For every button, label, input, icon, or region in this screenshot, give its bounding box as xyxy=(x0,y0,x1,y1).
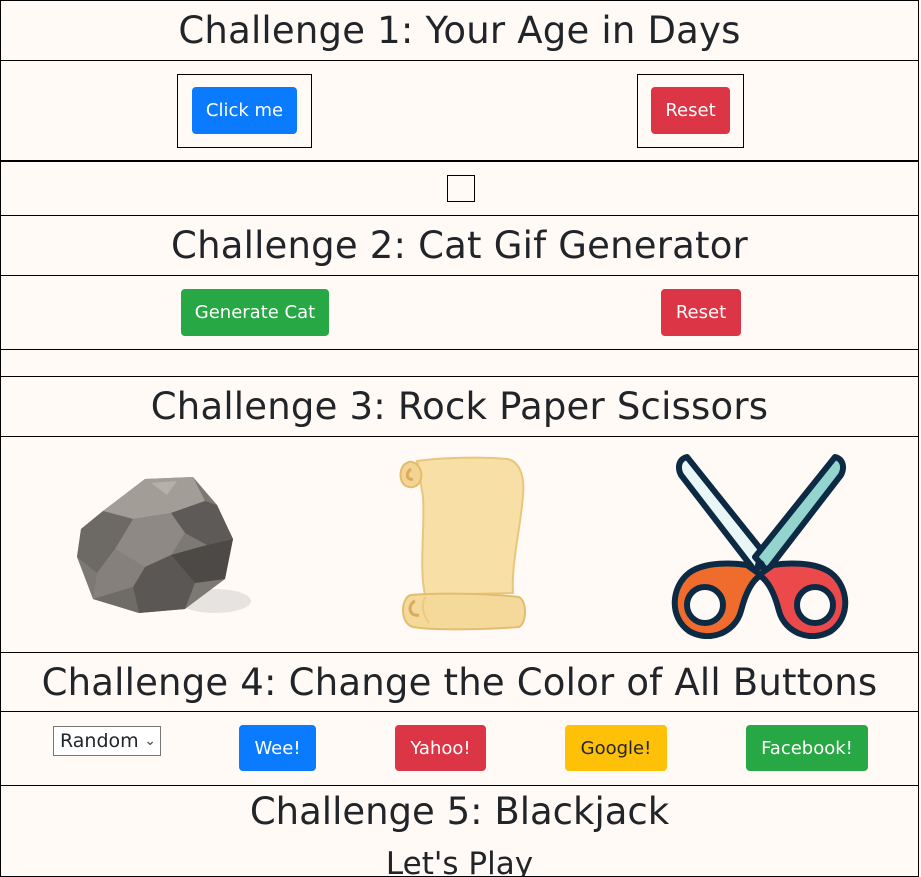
click-button-frame: Click me xyxy=(177,74,312,148)
challenge3-header: Challenge 3: Rock Paper Scissors xyxy=(0,376,919,437)
challenge1-result xyxy=(0,161,919,216)
rock-icon[interactable] xyxy=(75,471,253,617)
blackjack-subtitle: Let's Play xyxy=(385,846,534,877)
scissors-icon[interactable] xyxy=(665,449,855,639)
cat-gif-container xyxy=(0,349,919,377)
wee-button[interactable]: Wee! xyxy=(239,725,316,771)
color-select[interactable]: Random ⌄ xyxy=(53,726,161,756)
challenge2-controls: Generate Cat Reset xyxy=(0,275,919,350)
challenge2-header: Challenge 2: Cat Gif Generator xyxy=(0,215,919,276)
challenge2-title: Challenge 2: Cat Gif Generator xyxy=(171,224,748,267)
facebook-button[interactable]: Facebook! xyxy=(746,725,868,771)
challenge1-controls: Click me Reset xyxy=(0,60,919,161)
paper-icon[interactable] xyxy=(395,455,529,631)
color-select-value: Random xyxy=(60,730,139,752)
google-button[interactable]: Google! xyxy=(565,725,667,771)
challenge5-section: Challenge 5: Blackjack Let's Play xyxy=(0,785,919,877)
click-me-button[interactable]: Click me xyxy=(192,87,297,134)
chevron-down-icon: ⌄ xyxy=(144,733,156,749)
challenge3-title: Challenge 3: Rock Paper Scissors xyxy=(150,385,769,428)
challenge1-title: Challenge 1: Your Age in Days xyxy=(178,9,741,52)
page: Challenge 1: Your Age in Days Click me R… xyxy=(0,0,921,877)
challenge5-title: Challenge 5: Blackjack xyxy=(249,790,670,833)
challenge1-header: Challenge 1: Your Age in Days xyxy=(0,0,919,61)
challenge4-title: Challenge 4: Change the Color of All But… xyxy=(41,660,878,704)
reset-age-button[interactable]: Reset xyxy=(651,87,730,134)
age-result-box xyxy=(447,175,475,202)
yahoo-button[interactable]: Yahoo! xyxy=(395,725,486,771)
generate-cat-button[interactable]: Generate Cat xyxy=(181,289,329,336)
reset-cat-button[interactable]: Reset xyxy=(661,289,741,336)
challenge4-header: Challenge 4: Change the Color of All But… xyxy=(0,652,919,712)
reset-button-frame: Reset xyxy=(637,74,744,148)
rps-choices xyxy=(0,436,919,653)
